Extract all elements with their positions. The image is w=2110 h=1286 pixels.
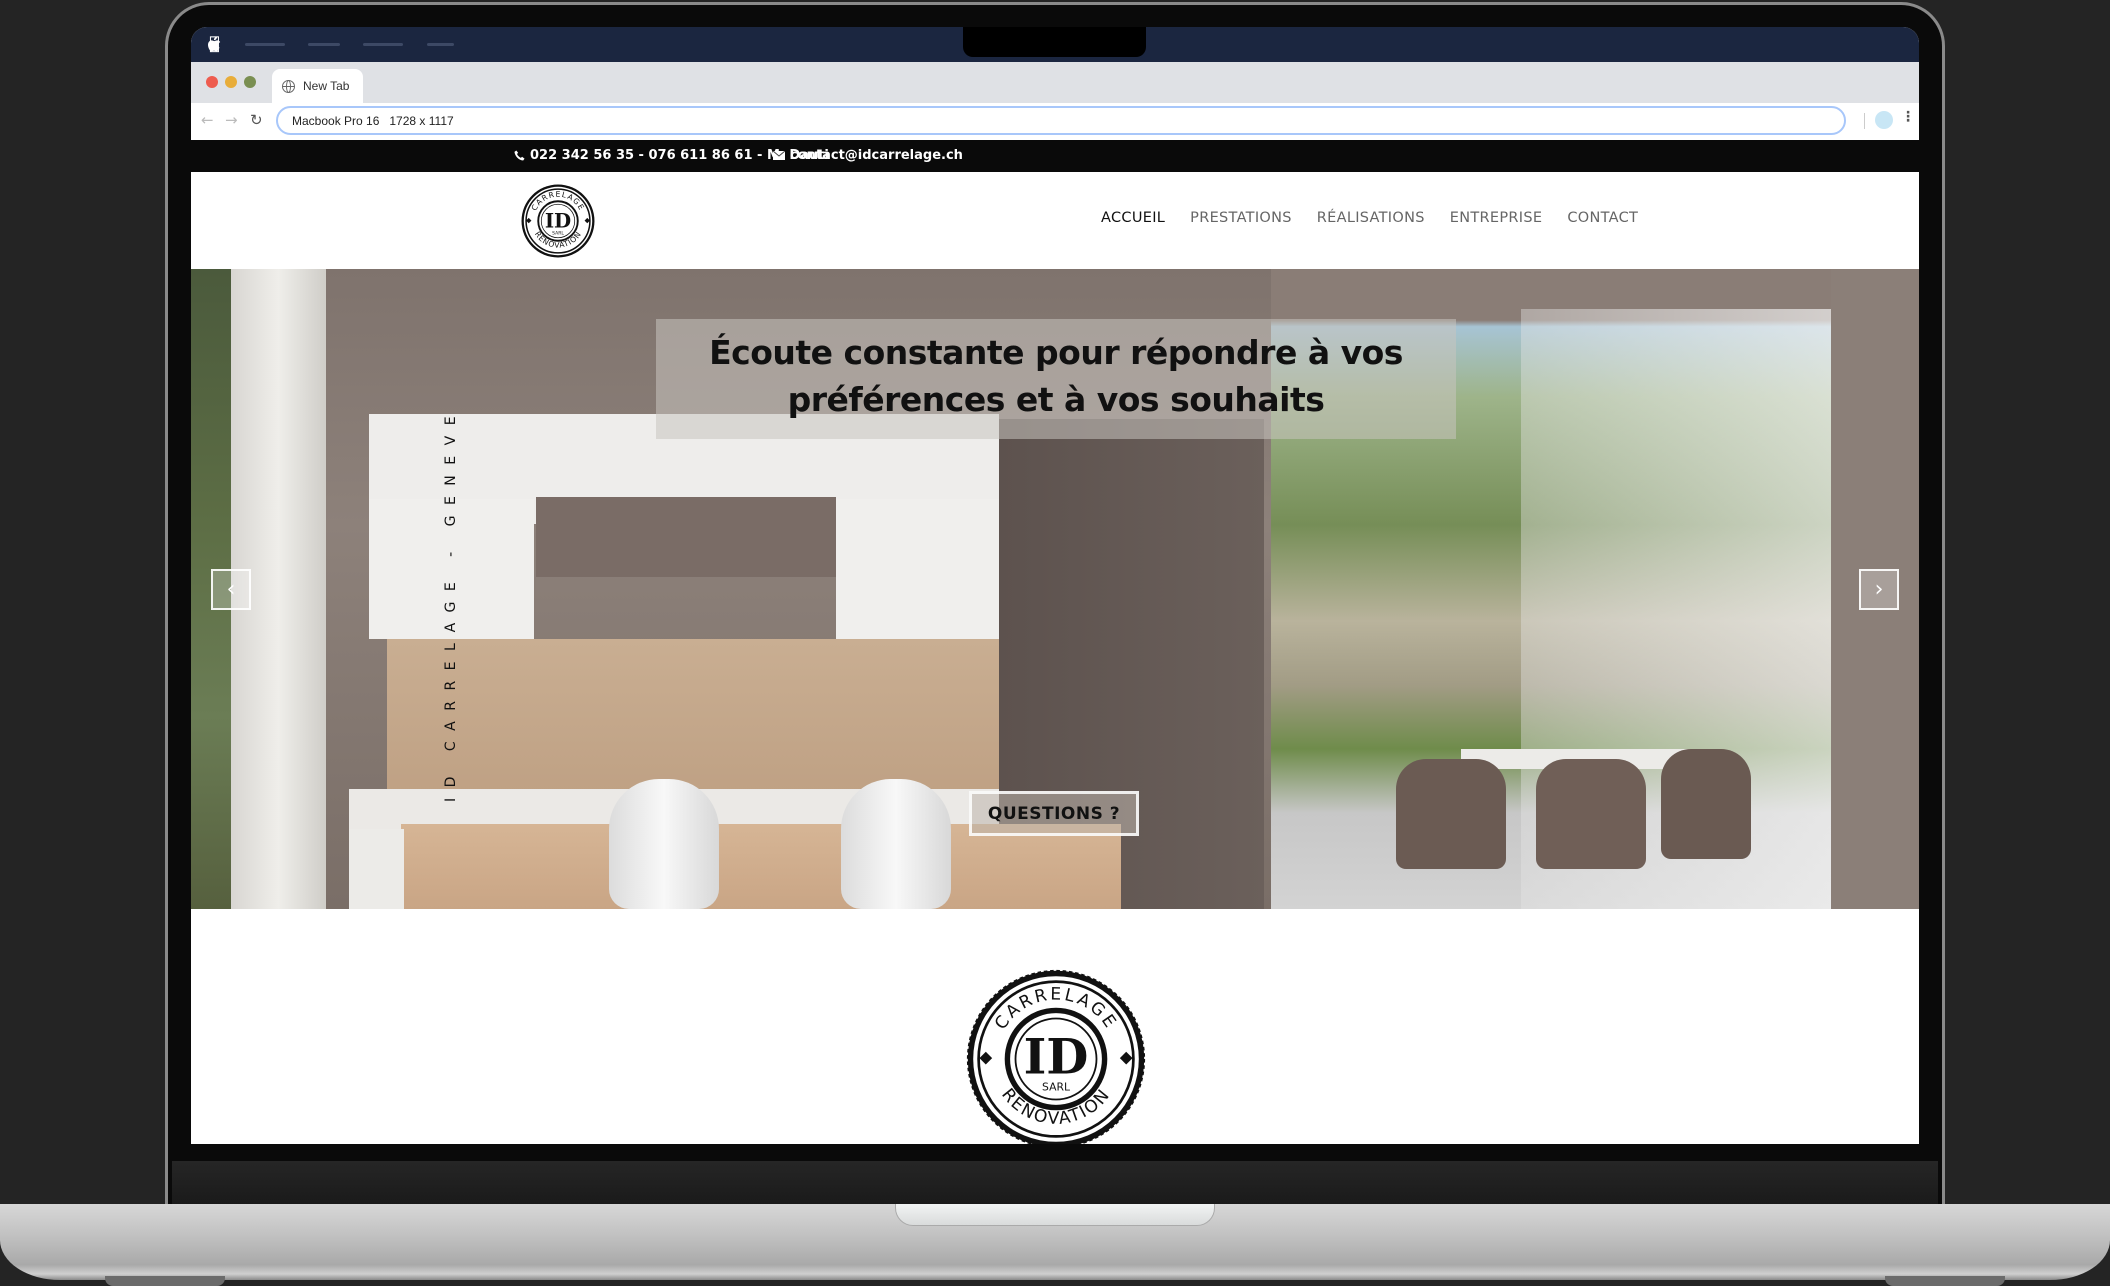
chevron-left-icon: ‹ [226,577,236,602]
browser-tab-strip: New Tab [191,62,1919,103]
forward-arrow-icon[interactable]: → [225,111,238,129]
nav-item-accueil[interactable]: ACCUEIL [1101,210,1165,226]
svg-text:ID: ID [1024,1028,1089,1085]
toolbar-divider [1864,113,1865,129]
chevron-right-icon: › [1874,577,1884,602]
laptop-chin [172,1161,1938,1205]
email-info[interactable]: contact@idcarrelage.ch [773,148,963,163]
browser-toolbar: ← → ↻ Macbook Pro 16 1728 x 1117 ⋮ [191,103,1919,140]
profile-avatar-icon[interactable] [1875,111,1893,129]
tab-title: New Tab [303,79,350,93]
laptop-foot-left [105,1276,225,1286]
menu-item[interactable] [245,43,285,46]
nav-item-contact[interactable]: CONTACT [1567,210,1638,226]
back-arrow-icon[interactable]: ← [201,111,214,129]
slider-next-button[interactable]: › [1859,569,1899,610]
window-minimize-button[interactable] [225,76,237,88]
laptop-foot-right [1885,1276,2005,1286]
address-bar-text: Macbook Pro 16 1728 x 1117 [292,113,454,128]
menu-item[interactable] [427,43,454,46]
logo-section: CARRELAGE RENOVATION ID SARL [191,909,1919,1144]
site-logo[interactable]: CARRELAGE RENOVATION ID SARL [520,183,596,259]
logo-seal: CARRELAGE RENOVATION ID SARL [966,969,1146,1144]
menu-item[interactable] [363,43,403,46]
browser-tab[interactable]: New Tab [272,69,363,103]
hero-slider: Écoute constante pour répondre à vos pré… [191,269,1919,909]
slider-prev-button[interactable]: ‹ [211,569,251,610]
email-link[interactable]: contact@idcarrelage.ch [790,148,963,163]
svg-text:SARL: SARL [552,230,564,236]
window-maximize-button[interactable] [244,76,256,88]
svg-text:ID: ID [545,208,571,232]
phone-icon [514,150,525,161]
logo-seal: CARRELAGE RENOVATION ID SARL [521,184,595,258]
more-menu-icon[interactable]: ⋮ [1901,109,1915,125]
large-logo: CARRELAGE RENOVATION ID SARL [966,969,1146,1144]
camera-notch [963,27,1146,57]
globe-icon [282,79,295,93]
hero-title-line-2: préférences et à vos souhaits [787,380,1325,419]
address-bar[interactable]: Macbook Pro 16 1728 x 1117 [276,106,1846,135]
hero-title: Écoute constante pour répondre à vos pré… [656,329,1456,423]
mail-icon [773,151,785,160]
device-mockup:  New Tab ← → ↻ Macbook Pro 16 1728 x 1 [0,0,2110,1286]
questions-button[interactable]: QUESTIONS ? [969,791,1139,836]
site-header: CARRELAGE RENOVATION ID SARL ACCUEIL PRE… [191,172,1919,269]
apple-logo-icon [208,36,221,52]
nav-item-entreprise[interactable]: ENTREPRISE [1450,210,1543,226]
screen:  New Tab ← → ↻ Macbook Pro 16 1728 x 1 [191,27,1919,1144]
reload-icon[interactable]: ↻ [250,111,263,129]
vertical-tagline: ID CARRELAGE - GENEVE [443,405,459,802]
laptop-hinge-notch [895,1204,1215,1226]
nav-item-prestations[interactable]: PRESTATIONS [1190,210,1292,226]
nav-item-realisations[interactable]: RÉALISATIONS [1317,210,1425,226]
main-nav: ACCUEIL PRESTATIONS RÉALISATIONS ENTREPR… [1101,210,1663,226]
hero-title-line-1: Écoute constante pour répondre à vos [709,333,1403,372]
window-close-button[interactable] [206,76,218,88]
menu-item[interactable] [308,43,340,46]
contact-topbar: 022 342 56 35 - 076 611 86 61 - M. Dauti… [191,140,1919,172]
svg-text:SARL: SARL [1042,1081,1070,1094]
os-menubar:  [191,27,1919,62]
